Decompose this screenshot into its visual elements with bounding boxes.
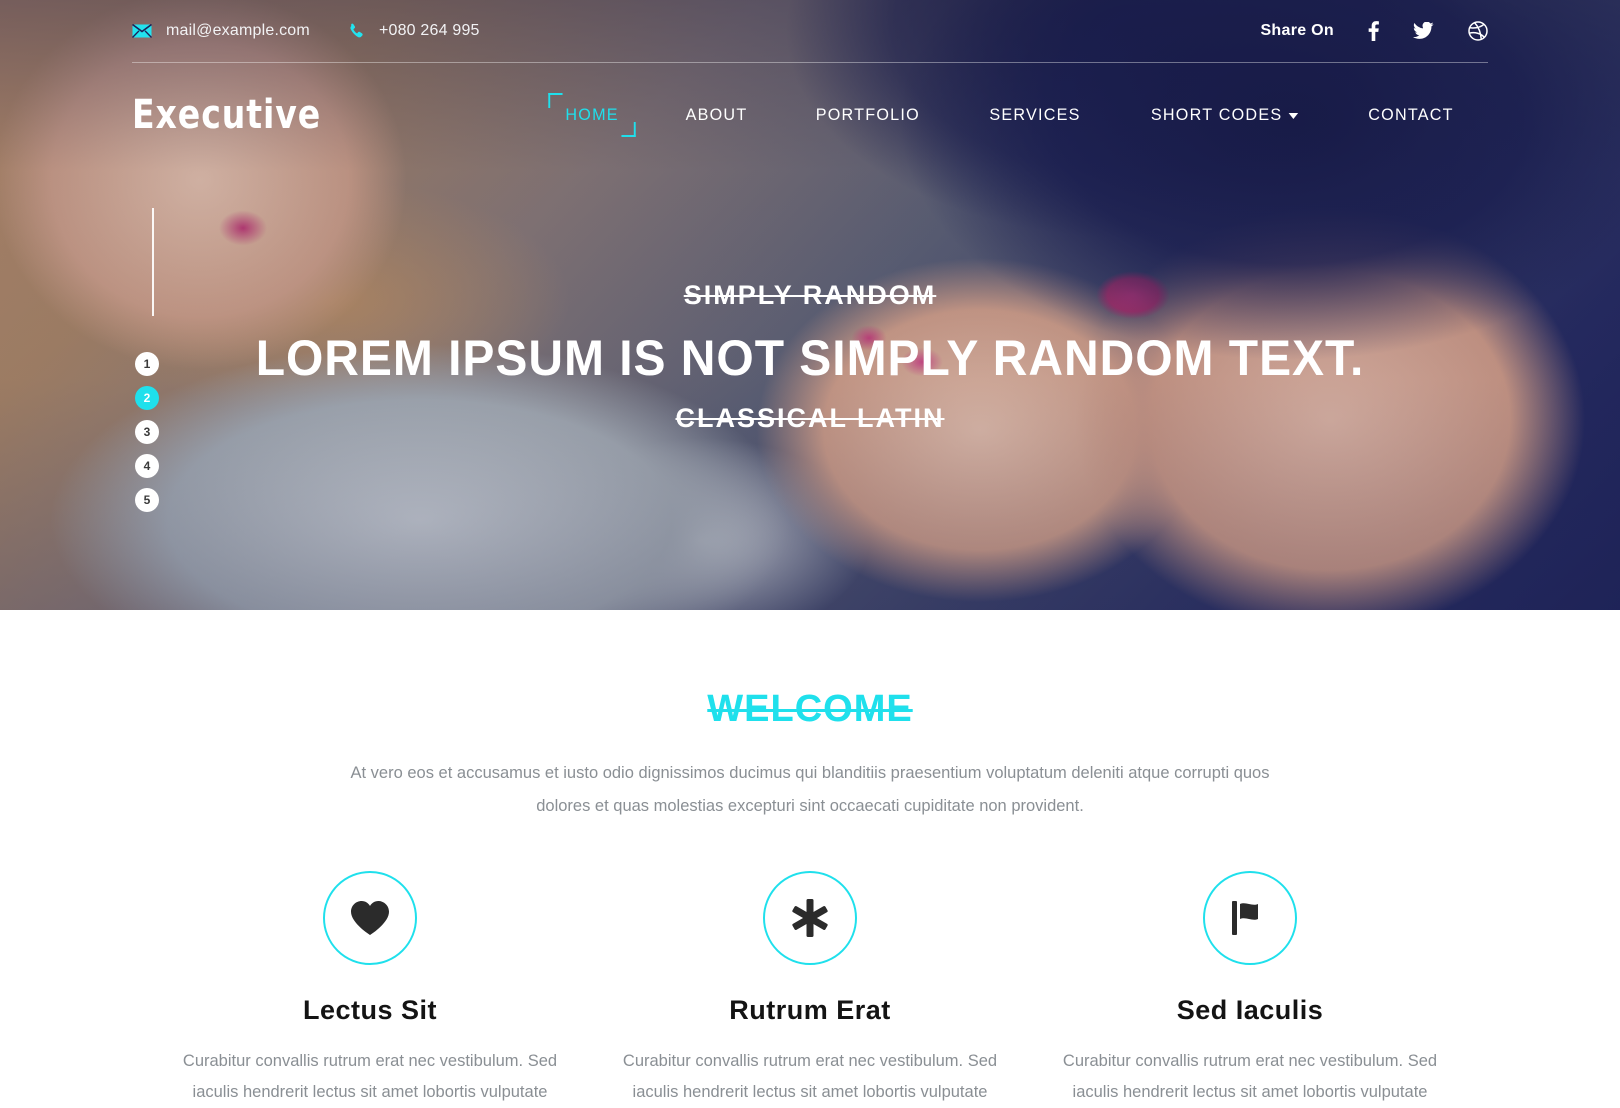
feature-title: Lectus Sit (302, 995, 438, 1025)
nav-label-about: ABOUT (685, 105, 748, 124)
feature-card-rutrum-erat: Rutrum Erat Curabitur convallis rutrum e… (590, 871, 1030, 1108)
slider-pagination: 1 2 3 4 5 (135, 352, 159, 512)
dribbble-icon[interactable] (1468, 21, 1488, 41)
welcome-section: WELCOME At vero eos et accusamus et iust… (0, 610, 1620, 823)
mail-icon (132, 24, 152, 38)
facebook-icon[interactable] (1368, 21, 1379, 41)
email-text: mail@example.com (166, 22, 310, 39)
slider-dot-2[interactable]: 2 (135, 386, 159, 410)
nav-label-home: HOME (565, 105, 619, 124)
chevron-down-icon (1288, 112, 1299, 119)
nav-label-short-codes: SHORT CODES (1150, 105, 1282, 124)
contact-group: mail@example.com +080 264 995 (132, 22, 480, 40)
heart-icon (323, 871, 417, 965)
feature-card-lectus-sit: Lectus Sit Curabitur convallis rutrum er… (150, 871, 590, 1108)
phone-icon (348, 23, 365, 40)
slider-dot-4[interactable]: 4 (135, 454, 159, 478)
nav-item-home[interactable]: HOME (535, 93, 649, 137)
phone-text: +080 264 995 (378, 22, 480, 39)
nav-item-services[interactable]: SERVICES (959, 105, 1111, 125)
share-group: Share On (1260, 21, 1488, 41)
nav-label-portfolio: PORTFOLIO (815, 105, 920, 124)
nav-item-short-codes[interactable]: SHORT CODES (1120, 105, 1328, 125)
slider-dot-5[interactable]: 5 (135, 488, 159, 512)
nav-item-about[interactable]: ABOUT (655, 105, 778, 125)
twitter-icon[interactable] (1413, 22, 1434, 40)
welcome-paragraph: At vero eos et accusamus et iusto odio d… (350, 764, 1270, 815)
feature-title: Rutrum Erat (729, 995, 891, 1025)
phone-contact[interactable]: +080 264 995 (348, 22, 480, 40)
header-divider (132, 62, 1488, 63)
feature-title: Sed Iaculis (1176, 995, 1324, 1025)
feature-text: Curabitur convallis rutrum erat nec vest… (1062, 1052, 1438, 1101)
hero-slide-content: SIMPLY RANDOM LOREM IPSUM IS NOT SIMPLY … (0, 280, 1620, 434)
email-contact[interactable]: mail@example.com (132, 22, 310, 40)
features-section: Lectus Sit Curabitur convallis rutrum er… (0, 871, 1620, 1108)
nav-item-contact[interactable]: CONTACT (1338, 105, 1484, 125)
share-label: Share On (1260, 22, 1334, 39)
slider-dot-1[interactable]: 1 (135, 352, 159, 376)
nav-label-services: SERVICES (988, 105, 1081, 124)
feature-card-sed-iaculis: Sed Iaculis Curabitur convallis rutrum e… (1030, 871, 1470, 1108)
top-contact-bar: mail@example.com +080 264 995 Share On (0, 0, 1620, 62)
asterisk-icon (763, 871, 857, 965)
hero-banner: mail@example.com +080 264 995 Share On E… (0, 0, 1620, 610)
hero-subtitle-bottom: CLASSICAL LATIN (675, 403, 945, 433)
nav-menu: HOME ABOUT PORTFOLIO SERVICES SHORT CODE… (532, 93, 1488, 137)
hero-subtitle-top: SIMPLY RANDOM (683, 280, 937, 310)
hero-title: LOREM IPSUM IS NOT SIMPLY RANDOM TEXT. (255, 330, 1365, 386)
flag-icon (1203, 871, 1297, 965)
nav-label-contact: CONTACT (1368, 105, 1454, 124)
feature-text: Curabitur convallis rutrum erat nec vest… (182, 1052, 558, 1101)
site-logo[interactable]: Executive (132, 92, 321, 138)
main-navigation: Executive HOME ABOUT PORTFOLIO SERVICES … (0, 80, 1620, 150)
welcome-heading: WELCOME (707, 688, 913, 730)
slider-dot-3[interactable]: 3 (135, 420, 159, 444)
slider-vertical-line (152, 208, 154, 316)
nav-item-portfolio[interactable]: PORTFOLIO (785, 105, 950, 125)
feature-text: Curabitur convallis rutrum erat nec vest… (622, 1052, 998, 1101)
